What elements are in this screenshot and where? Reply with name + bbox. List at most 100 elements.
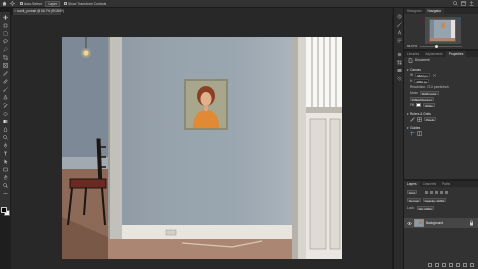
gradient-icon[interactable] (3, 119, 8, 124)
hand-icon[interactable] (3, 175, 8, 180)
share-icon[interactable] (469, 1, 474, 6)
swatches-icon[interactable] (397, 60, 402, 65)
photoshop-home-icon[interactable] (1, 1, 8, 7)
opacity-field[interactable]: Opacity: 100% (422, 197, 447, 203)
zoom-slider-handle[interactable] (434, 45, 438, 48)
document-tab[interactable]: × sunlit_portrait @ 66.7% (RGB/8*) (13, 8, 64, 15)
blend-mode-dropdown[interactable]: Normal (407, 197, 421, 203)
document-icon (408, 58, 413, 63)
width-field[interactable]: 3823 px (415, 72, 430, 78)
blur-icon[interactable] (3, 127, 8, 132)
move-icon[interactable] (3, 15, 8, 20)
fill-dropdown[interactable]: White (423, 102, 435, 108)
navigator-zoom-value[interactable]: 66.67% (407, 44, 417, 48)
filter-adjust-icon[interactable] (430, 190, 434, 194)
properties-header: Document (404, 57, 478, 64)
fill-swatch[interactable] (416, 103, 422, 107)
mode-dropdown[interactable]: RGB Color (419, 90, 439, 96)
lasso-icon[interactable] (3, 39, 8, 44)
rectangle-icon[interactable] (3, 167, 8, 172)
brush-settings-icon[interactable] (397, 22, 402, 27)
filter-pixel-icon[interactable] (425, 190, 429, 194)
brush-icon[interactable] (3, 87, 8, 92)
search-icon[interactable] (453, 1, 458, 6)
transform-controls-label: Show Transform Controls (67, 1, 107, 6)
artboard-icon[interactable] (3, 23, 8, 28)
tab-channels[interactable]: Channels (420, 181, 439, 187)
layer-name[interactable]: Background (426, 221, 443, 225)
navigator-view-box[interactable] (429, 19, 456, 42)
new-group-icon[interactable] (456, 263, 460, 267)
tab-navigator[interactable]: Navigator (424, 8, 445, 14)
healing-icon[interactable] (3, 79, 8, 84)
link-icon[interactable] (432, 73, 437, 78)
eyedropper-icon[interactable] (3, 71, 8, 76)
navigator-zoom-slider[interactable] (420, 45, 462, 48)
grid-icon[interactable] (417, 116, 422, 122)
canvas-workspace[interactable] (11, 15, 392, 269)
auto-select-dropdown[interactable]: Layer (45, 0, 60, 7)
filter-shape-icon[interactable] (440, 190, 444, 194)
navigator-thumbnail[interactable] (425, 17, 461, 44)
navigator-panel: Histogram Navigator 66.67% (404, 8, 478, 49)
filter-smart-icon[interactable] (445, 190, 449, 194)
history-icon[interactable] (397, 14, 402, 19)
mode-label: Mode (410, 91, 418, 95)
chevron-down-icon[interactable]: ▾ (407, 68, 409, 72)
transform-controls-option[interactable]: Show Transform Controls (63, 1, 107, 6)
color-panel-icon[interactable] (397, 52, 402, 57)
height-field[interactable]: 2956 px (414, 78, 429, 84)
layer-item-background[interactable]: Background (404, 218, 478, 228)
path-select-icon[interactable] (3, 159, 8, 164)
ruler-units-dropdown[interactable]: Pixels (424, 116, 437, 122)
add-mask-icon[interactable] (442, 263, 446, 267)
tab-properties[interactable]: Properties (445, 51, 467, 57)
paragraph-icon[interactable] (397, 38, 402, 43)
chevron-down-icon[interactable]: ▾ (407, 126, 409, 130)
zoom-icon[interactable] (3, 183, 8, 188)
move-tool-preset-icon[interactable] (9, 1, 16, 7)
guides-icon[interactable] (410, 131, 415, 136)
auto-select-checkbox[interactable] (20, 2, 23, 5)
photoshop-window: Auto-Select: Layer Show Transform Contro… (0, 0, 478, 269)
filter-type-icon[interactable] (435, 190, 439, 194)
new-layer-icon[interactable] (463, 263, 467, 267)
marquee-icon[interactable] (3, 31, 8, 36)
more-tools-icon[interactable] (3, 191, 8, 196)
depth-dropdown[interactable]: 8 Bits/Channel (410, 96, 434, 102)
gradients-icon[interactable] (397, 68, 402, 73)
character-icon[interactable] (397, 30, 402, 35)
patterns-icon[interactable] (397, 76, 402, 81)
history-brush-icon[interactable] (3, 103, 8, 108)
stamp-icon[interactable] (3, 95, 8, 100)
transform-controls-checkbox[interactable] (63, 2, 67, 5)
new-guide-layout-icon[interactable] (417, 130, 422, 136)
link-layers-icon[interactable] (428, 263, 432, 267)
crop-icon[interactable] (3, 55, 8, 60)
type-icon[interactable] (3, 151, 8, 156)
frame-icon[interactable] (3, 63, 8, 68)
tab-layers[interactable]: Layers (404, 181, 420, 187)
ruler-icon[interactable] (410, 116, 415, 122)
close-tab-icon[interactable]: × (14, 8, 16, 15)
pen-icon[interactable] (3, 143, 8, 148)
properties-panel: Libraries Adjustments Properties Documen… (404, 51, 478, 179)
trash-icon[interactable] (470, 263, 474, 267)
visibility-eye-icon[interactable] (407, 221, 412, 226)
tab-histogram[interactable]: Histogram (404, 8, 425, 14)
layer-filter-dropdown[interactable]: Kind (407, 189, 418, 195)
lock-icon[interactable] (469, 220, 474, 226)
foreground-color-swatch[interactable] (1, 207, 7, 213)
quick-select-icon[interactable] (3, 47, 8, 52)
new-adjustment-icon[interactable] (449, 263, 453, 267)
fill-opacity-field[interactable]: Fill: 100% (416, 205, 434, 211)
chevron-down-icon[interactable]: ▾ (407, 112, 409, 116)
tab-paths[interactable]: Paths (439, 181, 453, 187)
dodge-icon[interactable] (3, 135, 8, 140)
document-canvas[interactable] (62, 37, 342, 259)
color-swatches[interactable] (1, 207, 10, 216)
auto-select-option[interactable]: Auto-Select: Layer (20, 0, 60, 7)
eraser-icon[interactable] (3, 111, 8, 116)
layer-style-icon[interactable] (435, 263, 439, 267)
workspace-icon[interactable] (461, 1, 466, 6)
